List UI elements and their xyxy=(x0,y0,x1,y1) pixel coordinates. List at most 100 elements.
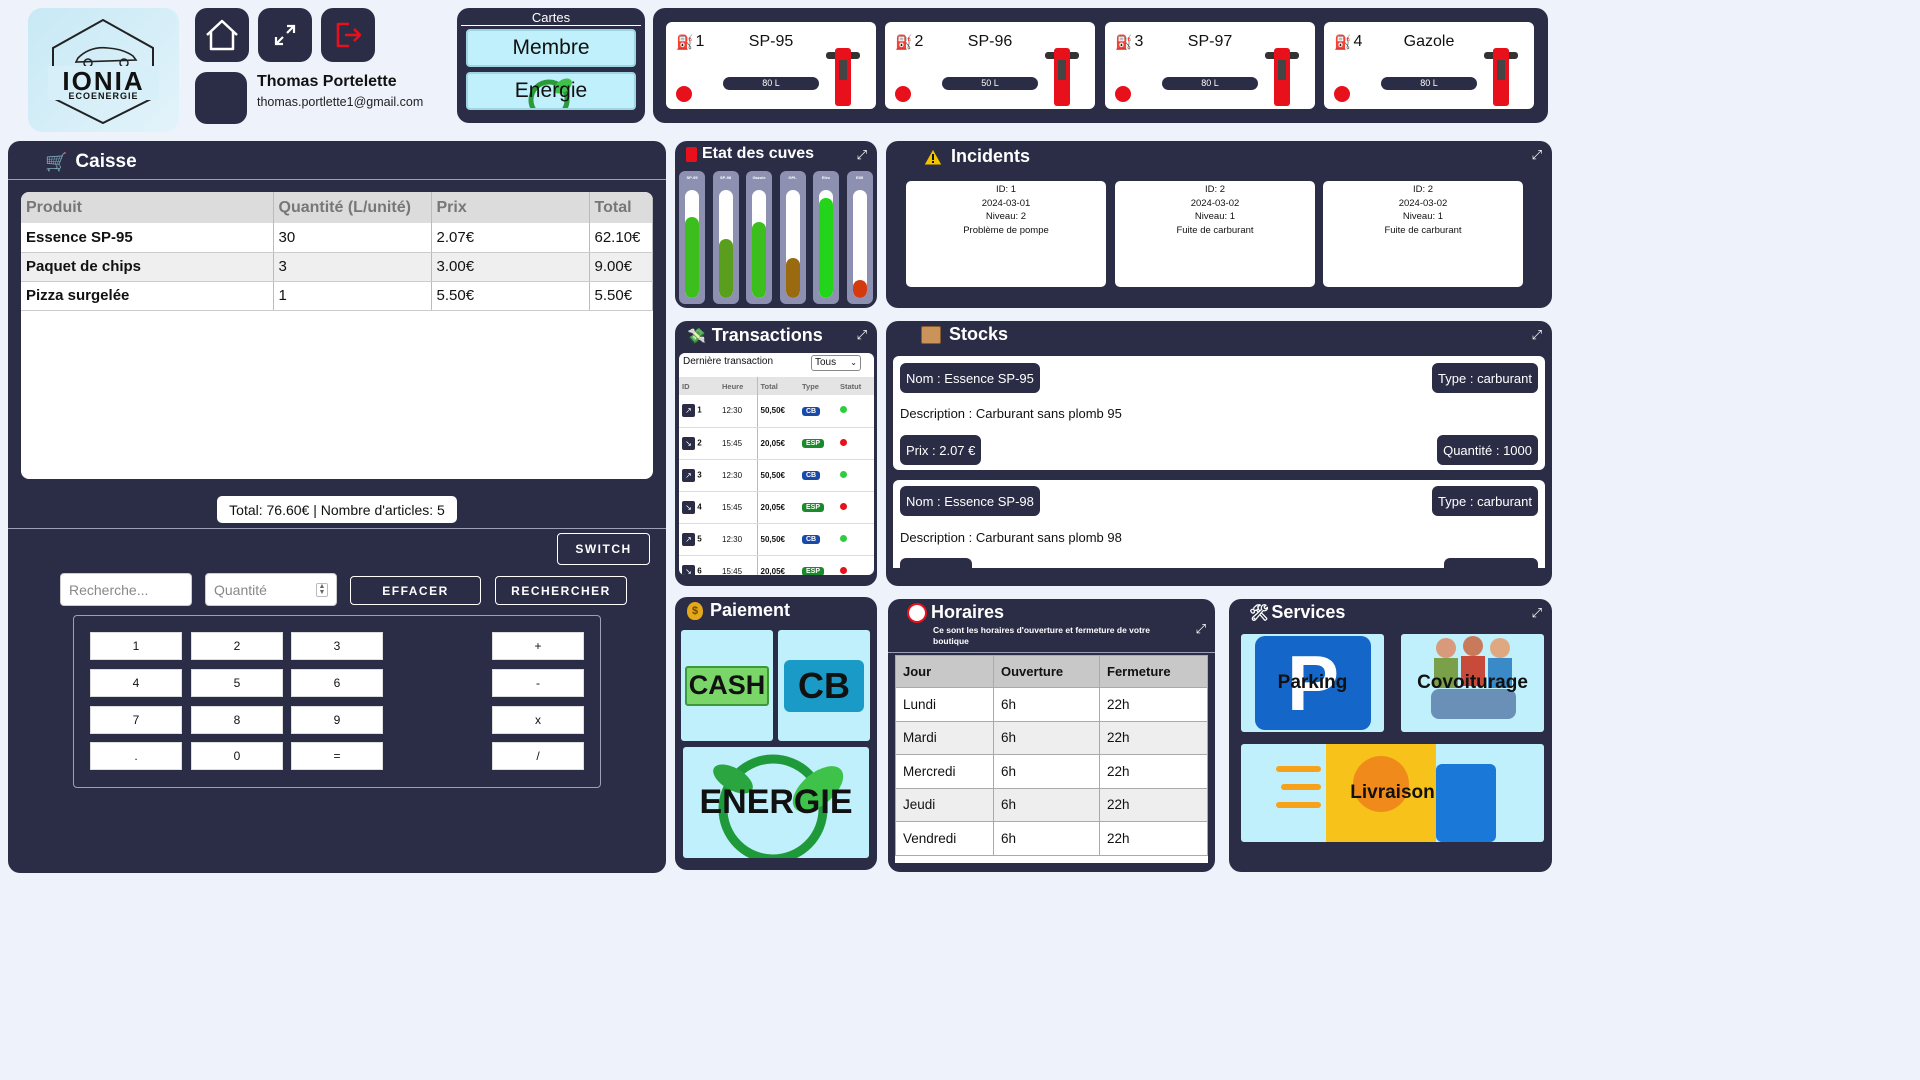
cell-quantity: 1 xyxy=(273,281,432,311)
table-row[interactable]: ↘ 4 15:45 20,05€ ESP xyxy=(679,491,874,524)
incident-card[interactable]: ID: 2 2024-03-02 Niveau: 1 Fuite de carb… xyxy=(1115,181,1315,287)
column-header: Produit xyxy=(21,192,274,223)
avatar[interactable] xyxy=(195,72,247,124)
key-dot[interactable]: . xyxy=(90,742,182,770)
key-divide[interactable]: / xyxy=(492,742,584,770)
cb-button[interactable]: CB xyxy=(778,630,870,741)
tank-tube xyxy=(718,190,733,298)
table-row[interactable]: ↗ 1 12:30 50,50€ CB xyxy=(679,395,874,428)
incident-card[interactable]: ID: 2 2024-03-02 Niveau: 1 Fuite de carb… xyxy=(1323,181,1523,287)
parking-service-button[interactable]: P Parking xyxy=(1241,634,1384,732)
direction-arrow-icon: ↗ xyxy=(682,404,695,418)
key-3[interactable]: 3 xyxy=(291,632,383,660)
table-row[interactable]: ↗ 3 12:30 50,50€ CB xyxy=(679,459,874,492)
table-row: Lundi 6h 22h xyxy=(895,687,1208,722)
pump-number: ⛽ 3 xyxy=(1115,33,1143,51)
expand-icon[interactable]: ⤢ xyxy=(1196,621,1206,637)
logout-button[interactable] xyxy=(321,8,375,62)
stock-card[interactable]: Nom : Essence SP-95 Type : carburant Des… xyxy=(893,356,1545,470)
pump-card-2[interactable]: ⛽ 2 SP-96 50 L xyxy=(885,22,1095,109)
cash-button[interactable]: CASH xyxy=(681,630,773,741)
incident-card[interactable]: ID: 1 2024-03-01 Niveau: 2 Problème de p… xyxy=(906,181,1106,287)
search-input[interactable]: Recherche... xyxy=(60,573,192,606)
cell-type: CB xyxy=(799,395,837,428)
expand-icon[interactable]: ⤢ xyxy=(857,147,867,163)
card-energie-button[interactable]: Energie xyxy=(466,72,636,110)
home-button[interactable] xyxy=(195,8,249,62)
covoiturage-service-button[interactable]: Covoiturage xyxy=(1401,634,1544,732)
fuel-station-icon: ⛽ xyxy=(1115,33,1133,50)
pump-card-4[interactable]: ⛽ 4 Gazole 80 L xyxy=(1324,22,1534,109)
pump-number: ⛽ 2 xyxy=(895,33,923,51)
key-8[interactable]: 8 xyxy=(191,706,283,734)
expand-icon[interactable]: ⤢ xyxy=(1532,605,1542,621)
key-2[interactable]: 2 xyxy=(191,632,283,660)
money-icon: 💸 xyxy=(687,327,706,345)
transactions-panel: 💸 Transactions ⤢ Dernière transaction To… xyxy=(675,321,877,586)
cell-product: Essence SP-95 xyxy=(21,223,274,253)
table-row[interactable]: ↘ 6 15:45 20,05€ ESP xyxy=(679,555,874,575)
cell-open: 6h xyxy=(993,720,1100,755)
stepper-arrows-icon[interactable]: ▲ ▼ xyxy=(316,583,328,597)
services-title: Services xyxy=(1271,602,1346,622)
key-7[interactable]: 7 xyxy=(90,706,182,734)
search-button[interactable]: RECHERCHER xyxy=(495,576,627,605)
key-0[interactable]: 0 xyxy=(191,742,283,770)
transactions-filter-select[interactable]: Tous ⌄ xyxy=(811,355,861,371)
card-membre-button[interactable]: Membre xyxy=(466,29,636,67)
expand-icon[interactable]: ⤢ xyxy=(1532,147,1542,163)
expand-icon[interactable]: ⤢ xyxy=(857,327,867,343)
cell-status xyxy=(837,395,874,428)
incident-level: Niveau: 1 xyxy=(1402,211,1444,222)
key-6[interactable]: 6 xyxy=(291,669,383,697)
expand-icon[interactable]: ⤢ xyxy=(1532,327,1542,343)
table-row: Vendredi 6h 22h xyxy=(895,821,1208,856)
incident-level: Niveau: 2 xyxy=(985,211,1027,222)
table-row[interactable]: ↗ 5 12:30 50,50€ CB xyxy=(679,523,874,556)
horaires-subtitle: Ce sont les horaires d'ouverture et ferm… xyxy=(933,625,1150,646)
key-1[interactable]: 1 xyxy=(90,632,182,660)
pump-number-value: 4 xyxy=(1353,33,1363,50)
pump-card-3[interactable]: ⛽ 3 SP-97 80 L xyxy=(1105,22,1315,109)
services-header: 🛠 Services xyxy=(1249,602,1345,623)
column-header: Type xyxy=(799,377,837,395)
cell-status xyxy=(837,459,874,492)
key-4[interactable]: 4 xyxy=(90,669,182,697)
key-plus[interactable]: + xyxy=(492,632,584,660)
key-minus[interactable]: - xyxy=(492,669,584,697)
stock-card[interactable]: Nom : Essence SP-98 Type : carburant Des… xyxy=(893,480,1545,568)
status-dot xyxy=(840,470,847,478)
key-9[interactable]: 9 xyxy=(291,706,383,734)
switch-button[interactable]: SWITCH xyxy=(557,533,650,565)
card-membre-label: Membre xyxy=(512,36,590,59)
key-equals[interactable]: = xyxy=(291,742,383,770)
column-header: Heure xyxy=(719,377,757,395)
pump-card-1[interactable]: ⛽ 1 SP-95 80 L xyxy=(666,22,876,109)
table-row[interactable]: Pizza surgelée 1 5.50€ 5.50€ xyxy=(21,281,653,311)
user-name: Thomas Portelette xyxy=(257,73,397,90)
pump-volume: 50 L xyxy=(942,77,1038,90)
fullscreen-button[interactable] xyxy=(258,8,312,62)
key-multiply[interactable]: x xyxy=(492,706,584,734)
tank-level-fill xyxy=(785,258,800,298)
parking-label: Parking xyxy=(1277,672,1348,693)
brand-logo: IONIA ECOENERGIE xyxy=(28,8,179,132)
pump-fuel: SP-96 xyxy=(967,33,1013,50)
transactions-list: Dernière transaction Tous ⌄ ID Heure Tota… xyxy=(679,353,874,575)
pump-number-value: 2 xyxy=(914,33,924,50)
key-5[interactable]: 5 xyxy=(191,669,283,697)
table-row[interactable]: ↘ 2 15:45 20,05€ ESP xyxy=(679,427,874,460)
clear-button[interactable]: EFFACER xyxy=(350,576,481,605)
tank-tube xyxy=(819,190,833,298)
stock-description: Description : Carburant sans plomb 98 xyxy=(900,530,1122,545)
pump-status-dot xyxy=(895,86,911,102)
quantity-placeholder: Quantité xyxy=(214,581,267,598)
livraison-service-button[interactable]: Livraison xyxy=(1241,744,1544,842)
table-row[interactable]: Paquet de chips 3 3.00€ 9.00€ xyxy=(21,252,653,282)
energie-payment-button[interactable]: ENERGIE xyxy=(683,747,869,858)
quantity-stepper[interactable]: Quantité ▲ ▼ xyxy=(205,573,337,606)
table-row[interactable]: Essence SP-95 30 2.07€ 62.10€ xyxy=(21,223,653,253)
cart-icon: 🛒 xyxy=(45,151,68,172)
pump-number-value: 3 xyxy=(1134,33,1144,50)
cell-product: Paquet de chips xyxy=(21,252,274,282)
